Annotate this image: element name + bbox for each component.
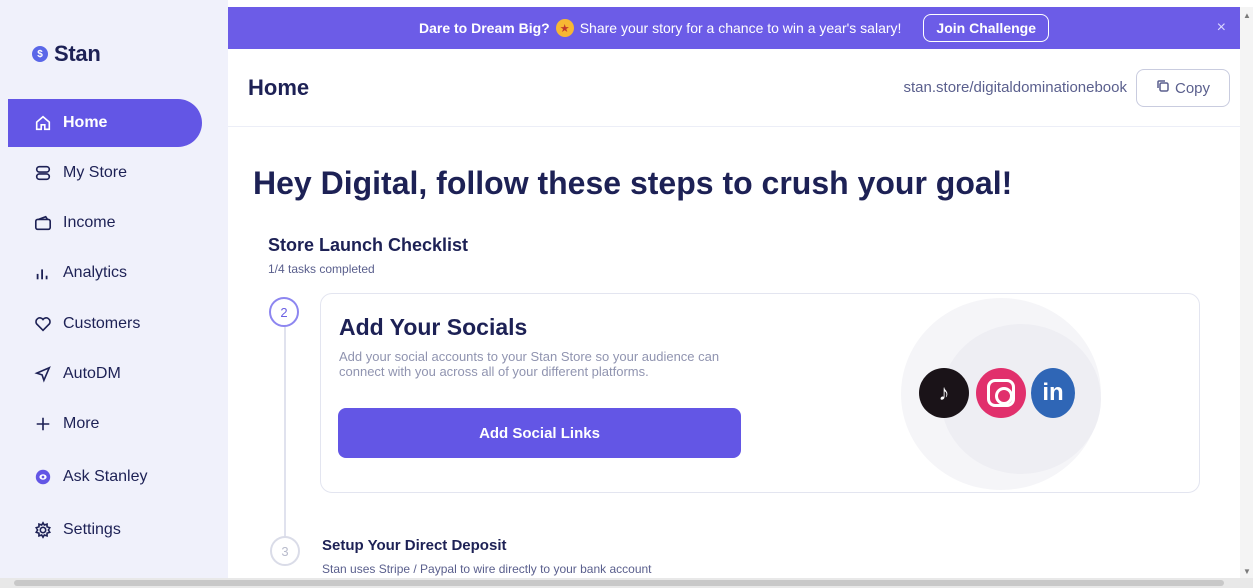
copy-icon [1156,79,1170,97]
sidebar-item-home[interactable]: Home [8,99,202,147]
stanley-icon [33,467,53,487]
sidebar-item-label: Home [63,114,108,131]
sidebar-item-label: Ask Stanley [63,468,148,485]
home-icon [33,113,53,133]
analytics-icon [33,263,53,283]
card-description: Add your social accounts to your Stan St… [339,349,720,379]
greeting-heading: Hey Digital, follow these steps to crush… [253,165,1013,201]
sidebar-item-label: Settings [63,521,121,538]
sidebar-item-more[interactable]: More [8,400,202,448]
copy-label: Copy [1174,79,1211,97]
step-description: Stan uses Stripe / Paypal to wire direct… [322,562,652,576]
horizontal-scrollbar[interactable] [0,578,1253,588]
banner-message: Share your story for a chance to win a y… [579,20,902,36]
wallet-icon [33,213,53,233]
banner-headline: Dare to Dream Big? [419,20,550,36]
sidebar-item-my-store[interactable]: My Store [8,149,202,197]
tiktok-icon: ♪ [919,368,969,418]
add-socials-card: Add Your Socials Add your social account… [320,293,1200,493]
brand-name: Stan [54,41,101,66]
step-number-badge: 3 [270,536,300,566]
store-url-link[interactable]: stan.store/digitaldominationebook [904,79,1127,96]
page-header: Home stan.store/digitaldominationebook C… [228,49,1240,127]
horizontal-scrollbar-thumb[interactable] [14,580,1224,586]
heart-icon [33,314,53,334]
store-icon [33,163,53,183]
step-number-badge: 2 [269,297,299,327]
close-icon[interactable]: × [1217,19,1226,37]
vertical-scrollbar[interactable]: ▲ ▼ [1240,7,1253,578]
join-challenge-button[interactable]: Join Challenge [923,14,1049,42]
star-eyes-emoji-icon: ★ [555,19,574,37]
sidebar-item-income[interactable]: Income [8,199,202,247]
page-title: Home [248,75,310,100]
add-social-links-button[interactable]: Add Social Links [338,408,741,458]
checklist-title: Store Launch Checklist [268,235,469,255]
timeline-line [284,325,286,537]
checklist-progress: 1/4 tasks completed [268,262,375,276]
sidebar-item-label: My Store [63,164,128,181]
scroll-down-arrow-icon[interactable]: ▼ [1243,567,1251,576]
promo-banner: Dare to Dream Big? ★ Share your story fo… [228,7,1240,49]
card-title: Add Your Socials [339,314,528,340]
sidebar-item-autodm[interactable]: AutoDM [8,350,202,398]
sidebar-item-customers[interactable]: Customers [8,300,202,348]
app-root: $ Stan Home My Store Income Analytics Cu… [0,0,1253,588]
step-title[interactable]: Setup Your Direct Deposit [322,537,506,554]
sidebar-item-settings[interactable]: Settings [8,506,202,554]
sidebar-item-label: AutoDM [63,365,121,382]
sidebar-item-label: Income [63,214,116,231]
brand-logo[interactable]: $ Stan [32,41,101,67]
stan-logo-icon: $ [32,46,48,62]
gear-icon [33,520,53,540]
send-icon [33,364,53,384]
sidebar-item-label: Customers [63,315,141,332]
sidebar-item-label: Analytics [63,264,128,281]
plus-icon [33,414,53,434]
sidebar-item-ask-stanley[interactable]: Ask Stanley [8,453,202,501]
instagram-icon [976,368,1026,418]
sidebar: $ Stan Home My Store Income Analytics Cu… [0,0,228,578]
sidebar-item-analytics[interactable]: Analytics [8,249,202,297]
scroll-up-arrow-icon[interactable]: ▲ [1243,11,1251,20]
linkedin-icon: in [1031,368,1075,418]
sidebar-item-label: More [63,415,100,432]
copy-button[interactable]: Copy [1136,69,1230,107]
